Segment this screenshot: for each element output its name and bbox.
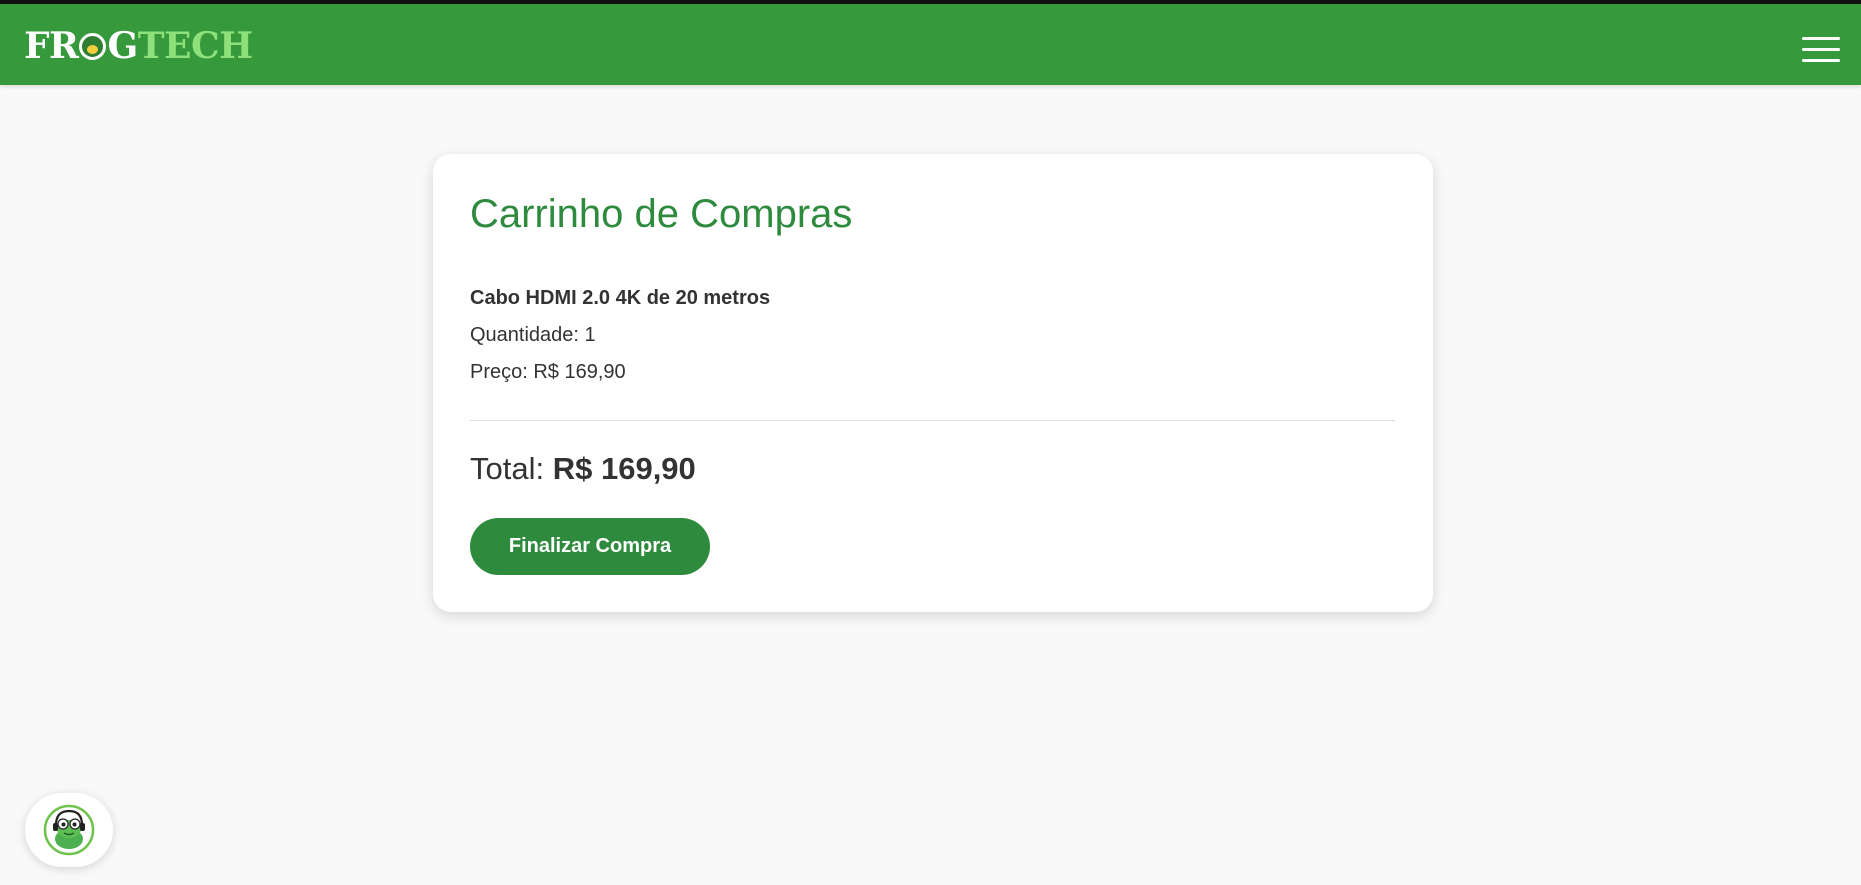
support-chat-button[interactable] [25, 793, 113, 867]
logo-text-part2: G [107, 25, 138, 67]
frog-eye-icon [79, 32, 107, 60]
total-value: R$ 169,90 [552, 451, 696, 486]
total-label: Total: [470, 451, 545, 486]
frogtech-logo[interactable]: FR G TECH [24, 26, 253, 66]
page-title: Carrinho de Compras [470, 192, 853, 236]
checkout-button[interactable]: Finalizar Compra [470, 518, 710, 575]
cart-item-quantity: Quantidade: 1 [470, 324, 596, 346]
cart-total: Total: R$ 169,90 [470, 451, 696, 487]
hamburger-line [1802, 48, 1840, 51]
hamburger-line [1802, 37, 1840, 40]
divider [470, 420, 1395, 421]
navbar: FR G TECH [0, 4, 1861, 85]
cart-item-price: Preço: R$ 169,90 [470, 361, 626, 383]
hamburger-line [1802, 59, 1840, 62]
cart-item-name: Cabo HDMI 2.0 4K de 20 metros [470, 287, 771, 309]
logo-text-part3: TECH [137, 25, 253, 67]
cart-card: Carrinho de Compras Cabo HDMI 2.0 4K de … [433, 154, 1433, 612]
logo-text-part1: FR [24, 25, 79, 67]
frog-support-icon [43, 804, 95, 856]
hamburger-menu-icon[interactable] [1802, 37, 1840, 63]
